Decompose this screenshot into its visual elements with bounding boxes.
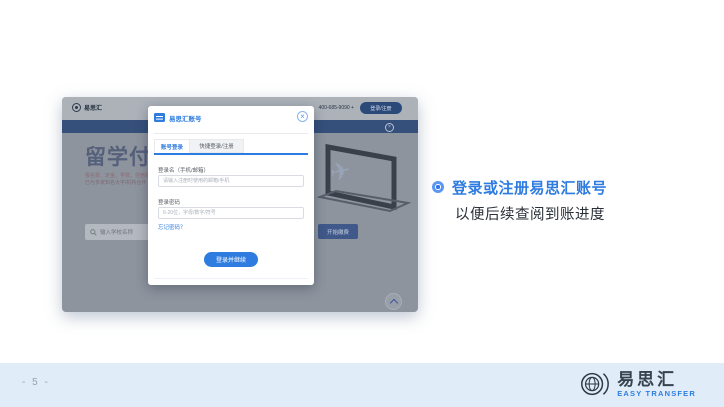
modal-title: 易思汇账号 (169, 113, 202, 123)
footer-brand-cn: 易思汇 (617, 371, 696, 388)
chevron-up-icon (390, 299, 398, 307)
login-name-input[interactable] (158, 175, 304, 187)
modal-close-icon[interactable]: × (297, 111, 308, 122)
password-input[interactable] (158, 207, 304, 219)
active-tab-underline (154, 153, 308, 155)
footer-brand-en: EASY TRANSFER (617, 390, 696, 398)
annotation-line1: 登录或注册易思汇账号 (452, 177, 607, 198)
nav-close-icon[interactable]: × (385, 123, 394, 132)
tab-quick-login-register[interactable]: 快捷登录/注册 (190, 139, 244, 153)
login-name-label: 登录名（手机/邮箱） (158, 166, 209, 174)
search-placeholder: 输入学校名称 (100, 228, 133, 236)
site-logo[interactable]: 易思汇 (72, 103, 102, 112)
login-continue-button[interactable]: 登录并继续 (204, 252, 258, 267)
password-label: 登录密码 (158, 198, 180, 206)
forgot-password-link[interactable]: 忘记密码？ (158, 223, 186, 231)
hero-description-line1: 报名费、定金、学费、住宿费 (85, 172, 150, 179)
start-payment-button[interactable]: 开始缴费 (318, 224, 358, 239)
annotation-line2: 以便后续查阅到账进度 (455, 203, 605, 224)
login-modal: 易思汇账号 × 账号登录 快捷登录/注册 登录名（手机/邮箱） 登录密码 忘记密… (148, 106, 314, 285)
hero-description-line2: 已与多家知名大学/机构合作 (85, 179, 146, 186)
modal-tabs: 账号登录 快捷登录/注册 (154, 139, 244, 153)
site-login-register-button[interactable]: 登录/注册 (360, 102, 402, 114)
footer-brand: 易思汇 EASY TRANSFER (578, 368, 696, 400)
page-number: - 5 - (22, 377, 50, 388)
scroll-to-top-button[interactable] (385, 293, 402, 310)
tab-account-login[interactable]: 账号登录 (154, 139, 190, 153)
modal-footer-divider (154, 278, 308, 279)
site-logo-text: 易思汇 (84, 103, 102, 112)
bullet-icon (432, 181, 444, 193)
hero-title: 留学付 (85, 141, 151, 171)
search-icon (90, 229, 97, 236)
footer-brand-text: 易思汇 EASY TRANSFER (617, 371, 696, 398)
website-screenshot: 易思汇 400-685-9090 + 登录/注册 × 留学付 报名费、定金、学费… (62, 97, 418, 312)
modal-header-divider (154, 133, 308, 134)
globe-icon (578, 368, 610, 400)
modal-logo-icon (154, 113, 165, 122)
site-logo-icon (72, 103, 81, 112)
site-phone: 400-685-9090 + (319, 105, 354, 111)
slide: 易思汇 400-685-9090 + 登录/注册 × 留学付 报名费、定金、学费… (0, 0, 724, 407)
